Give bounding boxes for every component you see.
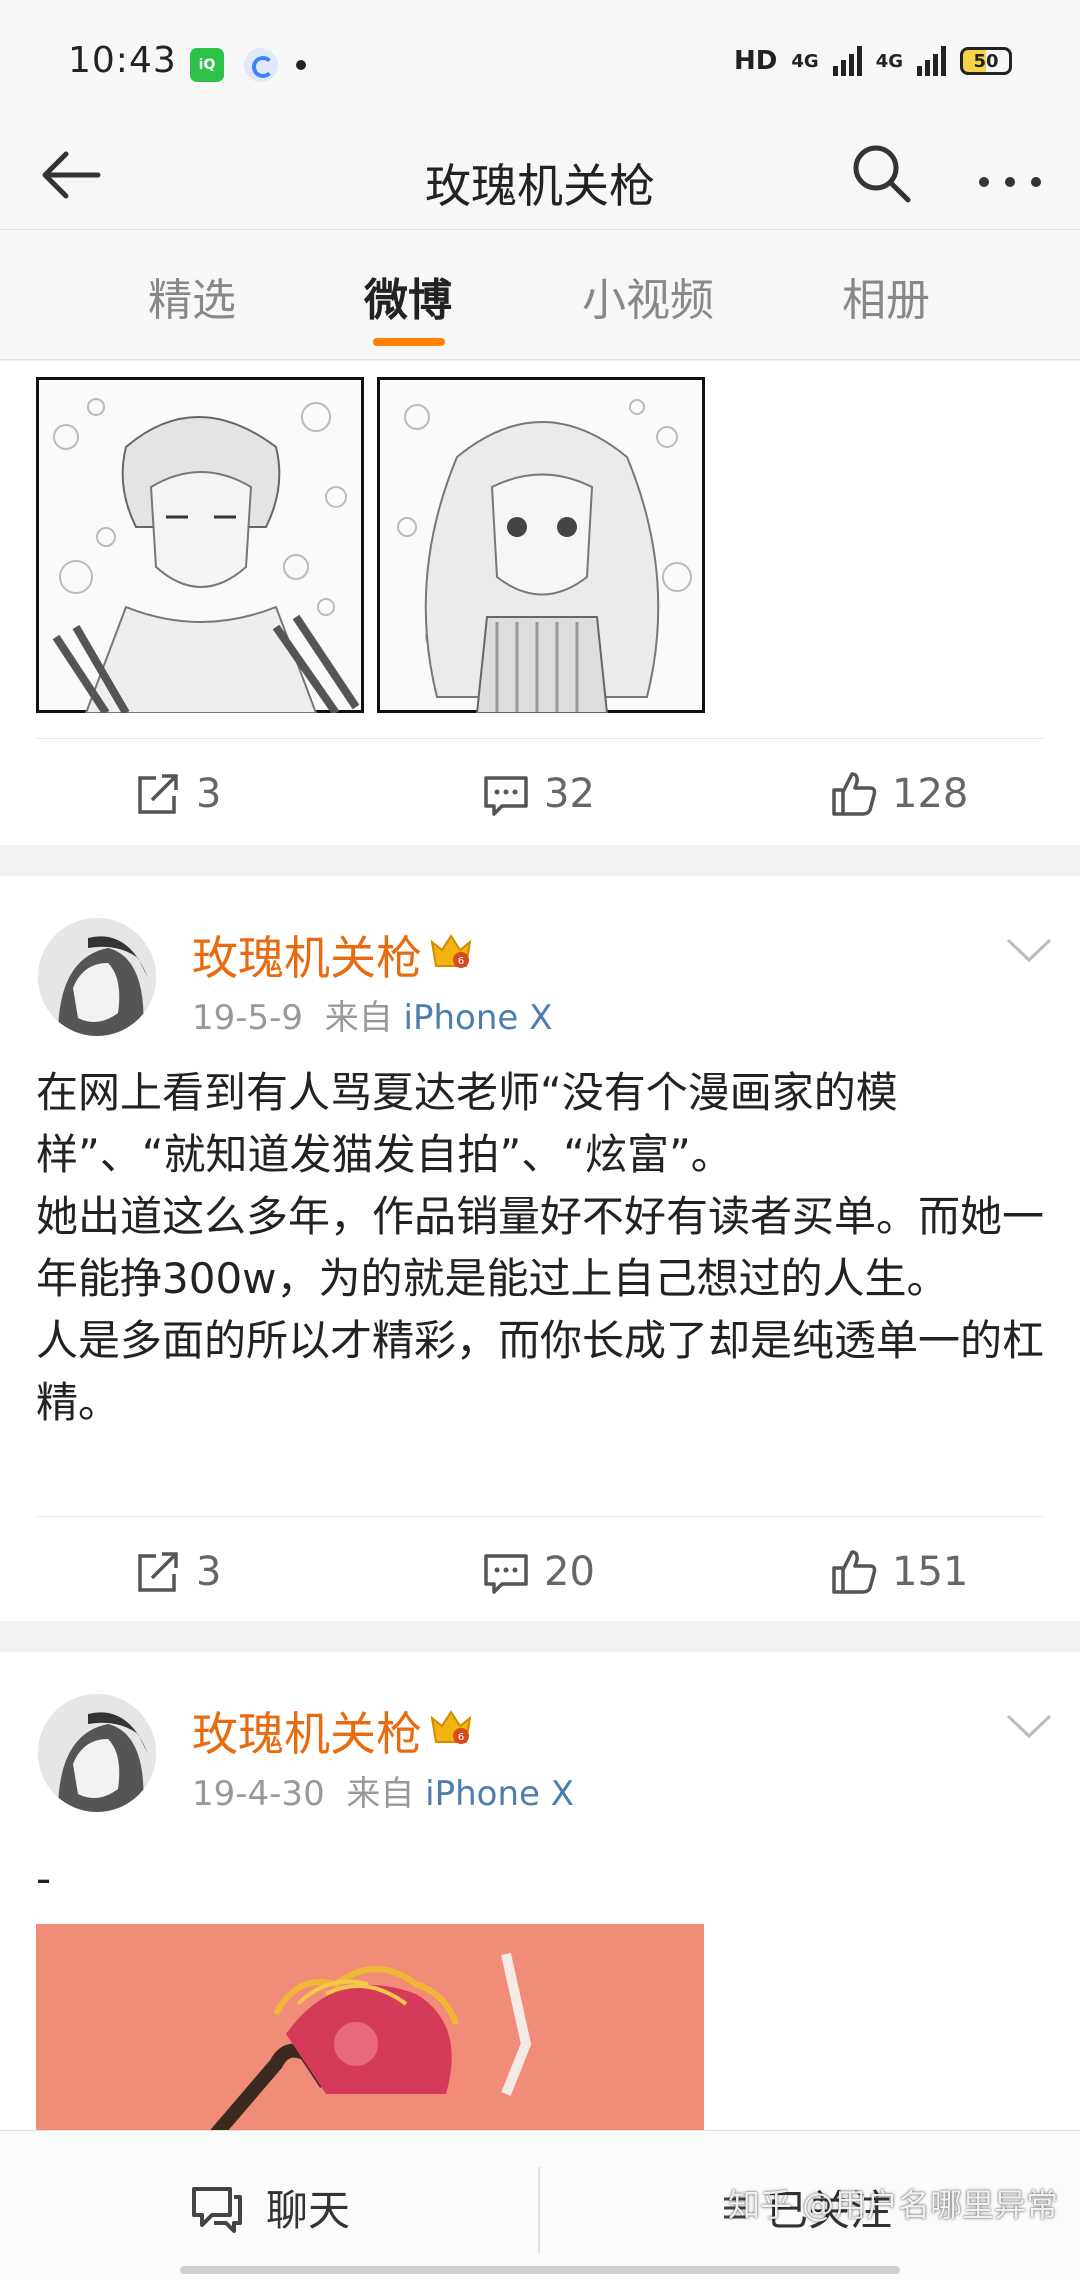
more-icon[interactable] [970,142,1050,208]
comment-count: 32 [544,771,595,817]
svg-text:6: 6 [458,1732,464,1743]
thumbs-up-icon [832,772,877,816]
avatar-image [38,918,156,1036]
chat-label: 聊天 [266,2186,351,2235]
post-date: 19-5-9 [192,998,304,1038]
tab-short-video[interactable]: 小视频 [558,264,738,328]
comment-button[interactable]: 32 [482,739,595,849]
repost-count: 3 [196,771,222,817]
repost-icon [138,774,178,814]
avatar-image [38,1694,156,1812]
avatar[interactable] [38,1694,156,1812]
user-name[interactable]: 玫瑰机关枪 [192,922,422,988]
tab-weibo[interactable]: 微博 [318,264,498,328]
like-count: 128 [892,771,969,817]
repost-count: 3 [196,1549,222,1595]
post-card: 玫瑰机关枪 6 19-5-9 来自 iPhone X 在网上看到有人骂夏达老师“… [0,876,1080,1621]
post-date: 19-4-30 [192,1774,325,1814]
notification-dot-icon [296,60,306,70]
crown-icon: 6 [430,1710,472,1744]
network-label-2: 4G [875,50,903,72]
manga-girl-bubbles-image[interactable] [377,377,705,713]
chevron-down-icon[interactable] [1004,1710,1054,1742]
post-card: 3 32 128 [0,361,1080,845]
repost-button[interactable]: 3 [134,1517,221,1627]
hd-indicator: HD [734,46,778,76]
like-button[interactable]: 151 [830,1517,968,1627]
comment-count: 20 [544,1549,595,1595]
like-button[interactable]: 128 [830,739,968,849]
repost-icon [138,1552,178,1592]
page-title: 玫瑰机关枪 [425,159,655,213]
watermark: 知乎 @用户名哪里异常 [728,2186,1059,2224]
post-text: 在网上看到有人骂夏达老师“没有个漫画家的模样”、“就知道发猫发自拍”、“炫富”。… [36,1068,1045,1427]
battery-icon: 50 [960,47,1012,75]
thumbs-up-icon [832,1550,877,1594]
status-time: 10:43 [68,40,177,81]
status-bar: 10:43 iQ HD 4G 4G 50 [0,0,1080,120]
iqiyi-icon: iQ [190,48,224,82]
chevron-down-icon[interactable] [1004,934,1054,966]
post-source[interactable]: iPhone X [425,1774,574,1814]
bottom-divider [538,2167,540,2253]
like-count: 151 [892,1549,969,1595]
post-source-prefix: 来自 [346,1774,415,1814]
post-meta: 19-5-9 来自 iPhone X [192,990,552,1039]
repost-button[interactable]: 3 [134,739,221,849]
post-text: - [36,1854,52,1903]
manga-boy-bubbles-image[interactable] [36,377,364,713]
tab-active-indicator [373,338,445,346]
crown-icon: 6 [430,934,472,968]
browser-icon [244,48,278,82]
comment-icon [484,1554,528,1594]
pink-illustration-image[interactable] [36,1924,704,2130]
comment-icon [484,776,528,816]
tab-album[interactable]: 相册 [796,264,976,328]
signal-icon-2 [917,46,946,76]
post-card: 玫瑰机关枪 6 19-4-30 来自 iPhone X - [0,1652,1080,2130]
signal-icon [832,46,862,76]
svg-text:6: 6 [458,956,464,967]
search-icon[interactable] [848,140,914,206]
chat-icon [192,2186,242,2233]
post-meta: 19-4-30 来自 iPhone X [192,1766,574,1815]
title-bar: 玫瑰机关枪 [0,120,1080,230]
comment-button[interactable]: 20 [482,1517,595,1627]
tab-featured[interactable]: 精选 [102,264,282,328]
tab-bar: 精选 微博 小视频 相册 [0,230,1080,360]
action-bar: 3 32 128 [0,739,1080,849]
chat-button[interactable]: 聊天 [190,2177,350,2238]
home-indicator [180,2266,900,2274]
network-label-1: 4G [791,50,819,72]
user-name[interactable]: 玫瑰机关枪 [192,1698,422,1764]
post-source[interactable]: iPhone X [404,998,553,1038]
avatar[interactable] [38,918,156,1036]
action-bar: 3 20 151 [0,1517,1080,1627]
post-source-prefix: 来自 [324,998,393,1038]
